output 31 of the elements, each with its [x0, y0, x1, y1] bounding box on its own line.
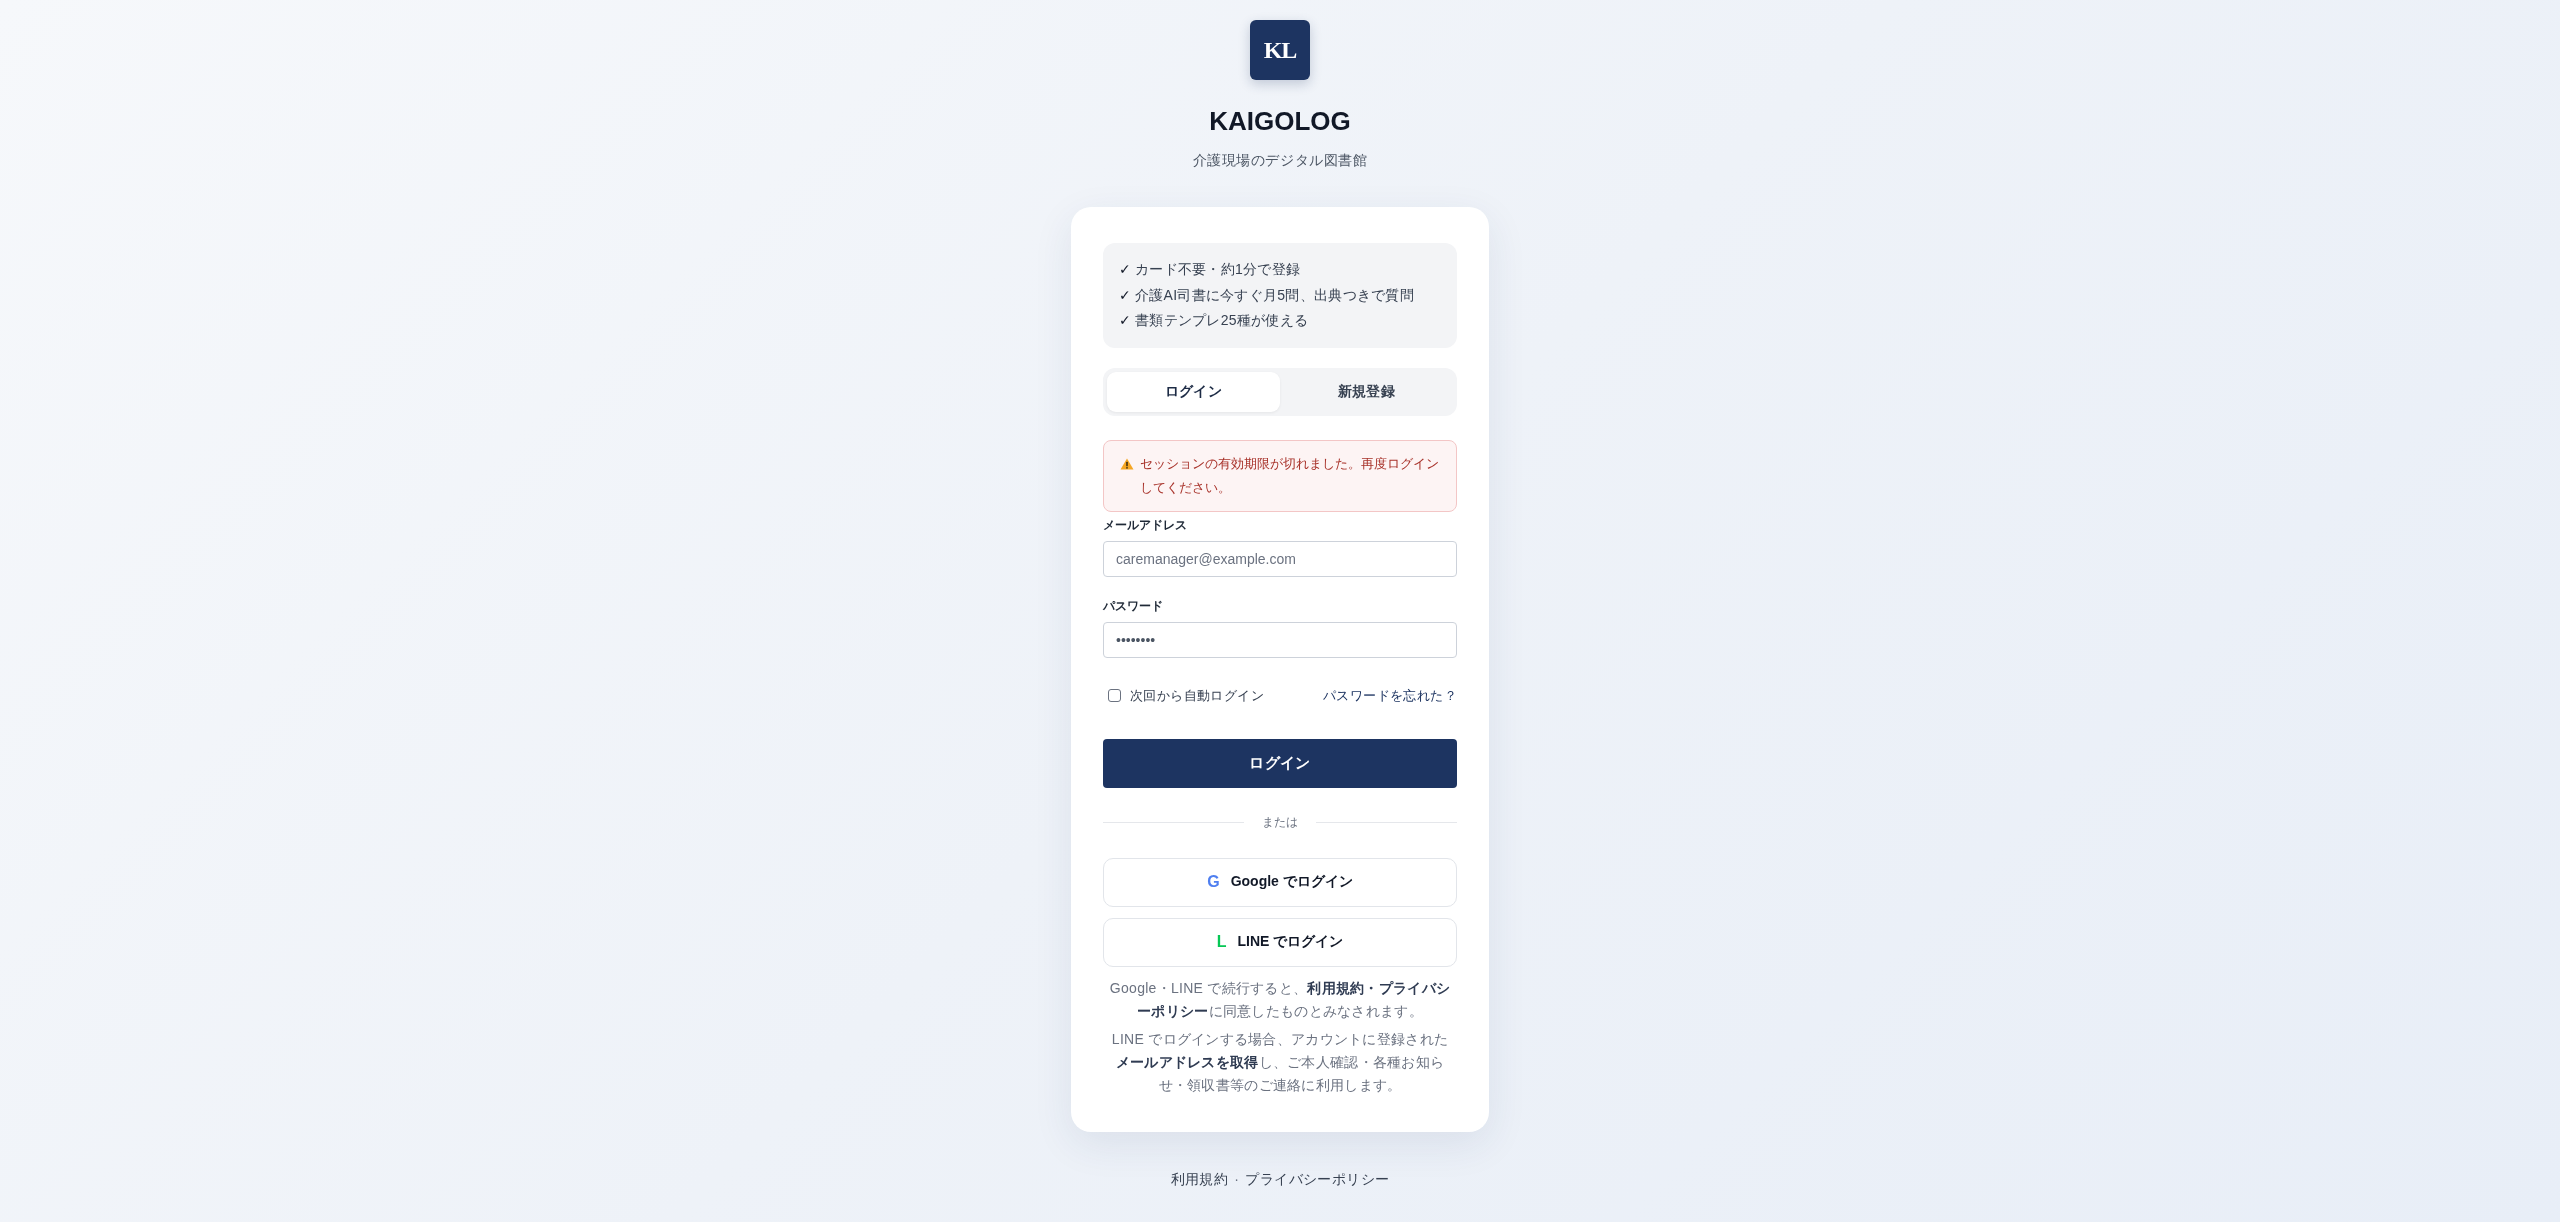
consent-note: Google・LINE で続行すると、利用規約・プライバシーポリシーに同意したものとみなされます。 — [1108, 978, 1452, 1021]
footer-link[interactable]: 利用規約 — [1170, 1168, 1229, 1189]
tab[interactable]: ログイン — [1107, 371, 1280, 412]
password-field[interactable]: •••••••• — [1103, 621, 1457, 658]
check-icon: ✓ — [1119, 257, 1131, 283]
social-login-button[interactable]: L LINE でログイン — [1103, 917, 1457, 967]
remember-label: 次回から自動ログイン — [1130, 686, 1264, 705]
email-field[interactable]: caremanager@example.com — [1103, 540, 1457, 577]
footer-separator: · — [1234, 1169, 1240, 1189]
logo-mark: KL — [1250, 20, 1310, 80]
divider-text: または — [1261, 814, 1299, 831]
login-button[interactable]: ログイン — [1103, 738, 1457, 788]
g-logo-icon: G — [1207, 873, 1220, 891]
brand-title: KAIGOLOG — [1209, 105, 1351, 138]
alert-text: セッションの有効期限が切れました。再度ログインしてください。 — [1140, 454, 1440, 497]
check-icon: ✓ — [1119, 308, 1131, 334]
field-label: メールアドレス — [1103, 516, 1187, 533]
remember-checkbox[interactable] — [1108, 689, 1121, 702]
feature-text: カード不要・約1分で登録 — [1135, 260, 1301, 279]
feature-text: 書類テンプレ25種が使える — [1135, 311, 1309, 330]
check-icon: ✓ — [1119, 282, 1131, 308]
forgot-password-link[interactable]: パスワードを忘れた？ — [1323, 686, 1457, 705]
field-label: パスワード — [1103, 597, 1163, 614]
data-use-note: LINE でログインする場合、アカウントに登録されたメールアドレスを取得し、ご本人確認・各種お知らせ・領収書等のご連絡に利用します。 — [1110, 1029, 1450, 1095]
tab[interactable]: 新規登録 — [1280, 371, 1453, 412]
footer-link[interactable]: プライバシーポリシー — [1245, 1168, 1390, 1189]
brand-subtitle: 介護現場のデジタル図書館 — [1192, 151, 1368, 170]
feature-text: 介護AI司書に今すぐ月5問、出典つきで質問 — [1135, 285, 1414, 305]
warning-icon — [1120, 457, 1134, 470]
social-login-button[interactable]: G Google でログイン — [1103, 857, 1457, 907]
l-logo-icon: L — [1216, 933, 1227, 951]
